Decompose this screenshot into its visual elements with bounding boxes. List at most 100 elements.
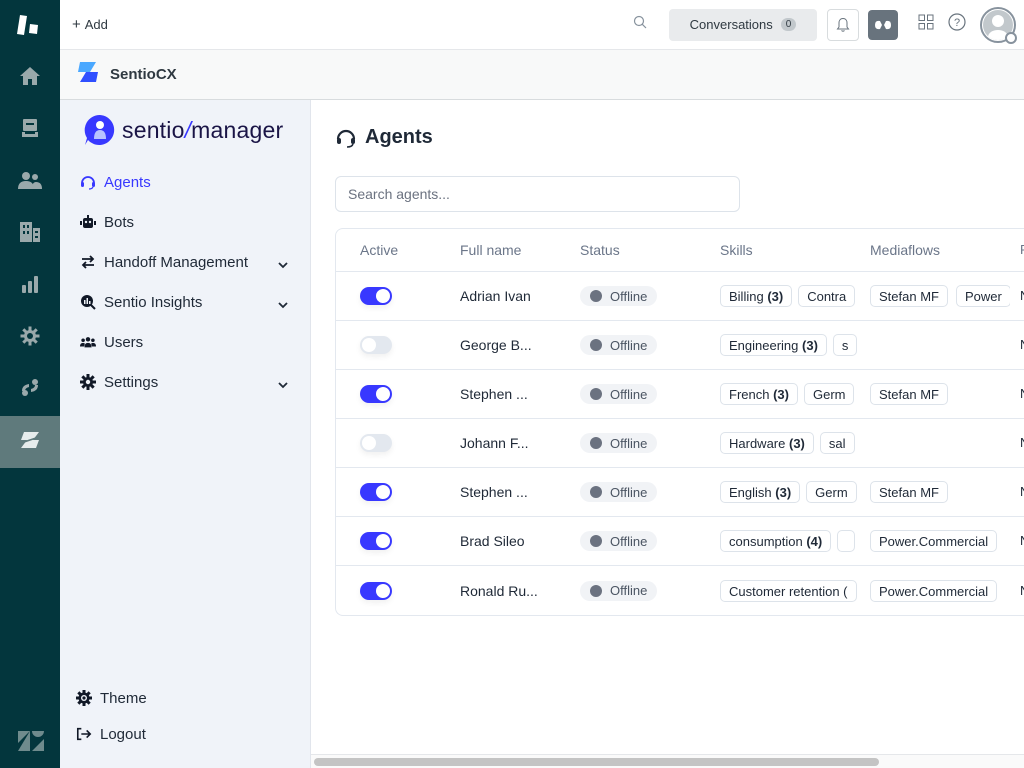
main-content: Agents Active Full name Status Skills Me… [311,100,1024,768]
sidebar-item-users[interactable]: Users [60,322,310,362]
search-agents-input[interactable] [335,176,740,212]
sidebar-item-label: Theme [100,689,147,707]
page-title-text: Agents [365,126,433,148]
active-cell [336,385,460,403]
status-cell: Offline [580,580,720,601]
sidebar-item-logout[interactable]: Logout [60,716,310,752]
conversations-label: Conversations [689,17,773,32]
sidebar-item-theme[interactable]: Theme [60,680,310,716]
status-label: Offline [610,435,648,451]
active-toggle[interactable] [360,434,392,452]
skill-chip: Engineering (3) [720,334,827,356]
active-toggle[interactable] [360,581,392,600]
brand-avatar-icon [84,114,115,145]
skill-label: Hardware [729,436,786,451]
toggle-knob [376,485,390,499]
sentiocx-logo-icon [76,60,100,89]
table-row[interactable]: Stephen ... Offline English (3) Germ Stefan … [336,468,1024,517]
plus-icon: + [72,16,81,33]
sidebar-item-agents[interactable]: Agents [60,162,310,202]
table-row[interactable]: Adrian Ivan Offline Billing (3) Contra Stefa… [336,272,1024,321]
status-badge: Offline [580,335,658,355]
search-icon[interactable] [633,15,647,34]
rail-item-sentiocx[interactable] [0,416,60,468]
skill-count: (3) [802,338,818,353]
sidebar-item-settings[interactable]: Settings [60,362,310,402]
sidebar-item-sentio-insights[interactable]: Sentio Insights [60,282,310,322]
table-row[interactable]: Johann F... Offline Hardware (3) sal N [336,419,1024,468]
insights-search-icon [80,294,96,310]
skill-label: Engineering [729,338,799,353]
active-toggle[interactable] [360,336,392,354]
column-header-mediaflows[interactable]: Mediaflows [870,242,1010,258]
rail-item-integration[interactable] [0,364,60,416]
conversations-button[interactable]: Conversations 0 [669,8,817,41]
user-avatar[interactable] [980,6,1017,44]
column-header-truncated[interactable]: P A [1010,242,1024,258]
mediaflows-cell: Power.Commercial [870,579,1010,602]
zendesk-product-logo[interactable] [0,0,60,50]
zendesk-icon [18,731,44,756]
mediaflow-chip: Power.Commercial [870,579,998,602]
truncated-cell: N [1010,484,1024,500]
scrollbar-thumb[interactable] [314,758,879,766]
status-badge: Offline [580,531,658,551]
full-name-cell: Adrian Ivan [460,288,531,304]
presence-indicator [1005,31,1017,44]
truncated-cell: N [1010,435,1024,451]
column-header-status[interactable]: Status [580,242,720,258]
skills-cell: Hardware (3) sal [720,432,870,454]
mediaflows-cell: Power.Commercial [870,530,1010,552]
horizontal-scrollbar[interactable] [311,754,1024,768]
sidebar-item-bots[interactable]: Bots [60,202,310,242]
active-toggle[interactable] [360,483,392,501]
skills-cell: Billing (3) Contra [720,285,870,307]
status-badge: Offline [580,286,658,306]
skill-chip: French (3) [720,383,798,405]
table-row[interactable]: Brad Sileo Offline consumption (4) Power.Co… [336,517,1024,566]
rail-item-customers[interactable] [0,156,60,208]
table-row[interactable]: George B... Offline Engineering (3) s N [336,321,1024,370]
gear-icon [80,374,96,390]
skill-chip: Contra [798,285,856,307]
chevron-down-icon[interactable] [278,296,288,313]
skills-cell: English (3) Germ [720,481,870,503]
skill-chip: Customer retention ( [720,579,857,602]
rail-item-home[interactable] [0,52,60,104]
table-row[interactable]: Ronald Ru... Offline Customer retention (P… [336,566,1024,615]
mediaflows-cell: Stefan MF [870,481,1010,503]
arrows-exchange-icon [80,254,96,270]
sidebar-bottom-menu: Theme Logout [60,680,310,752]
inbox-icon [21,118,39,143]
add-button[interactable]: + Add [72,16,108,33]
sentio-app-button[interactable] [868,9,898,40]
column-header-active[interactable]: Active [336,242,460,258]
help-icon[interactable]: ? [948,13,966,36]
status-cell: Offline [580,286,720,306]
active-toggle[interactable] [360,287,392,305]
chevron-down-icon[interactable] [278,376,288,393]
rail-item-reporting[interactable] [0,260,60,312]
notifications-button[interactable] [827,8,859,41]
status-label: Offline [610,583,648,598]
rail-item-admin[interactable] [0,312,60,364]
skill-label: Germ [812,387,846,402]
skill-chip: Billing (3) [720,285,793,307]
column-header-full-name[interactable]: Full name [460,242,580,258]
rail-item-views[interactable] [0,104,60,156]
column-header-skills[interactable]: Skills [720,242,870,258]
toggle-knob [376,387,390,401]
sidebar-item-handoff-management[interactable]: Handoff Management [60,242,310,282]
active-toggle[interactable] [360,532,392,550]
add-label: Add [84,17,108,32]
skill-count: (4) [806,534,823,549]
logout-icon [76,726,92,742]
active-toggle[interactable] [360,385,392,403]
apps-grid-icon[interactable] [918,14,934,35]
active-cell [336,287,460,305]
rail-item-organizations[interactable] [0,208,60,260]
full-name-cell: Stephen ... [460,484,528,500]
chevron-down-icon[interactable] [278,256,288,273]
skill-chip: sal [819,432,855,454]
table-row[interactable]: Stephen ... Offline French (3) Germ Stefan M… [336,370,1024,419]
